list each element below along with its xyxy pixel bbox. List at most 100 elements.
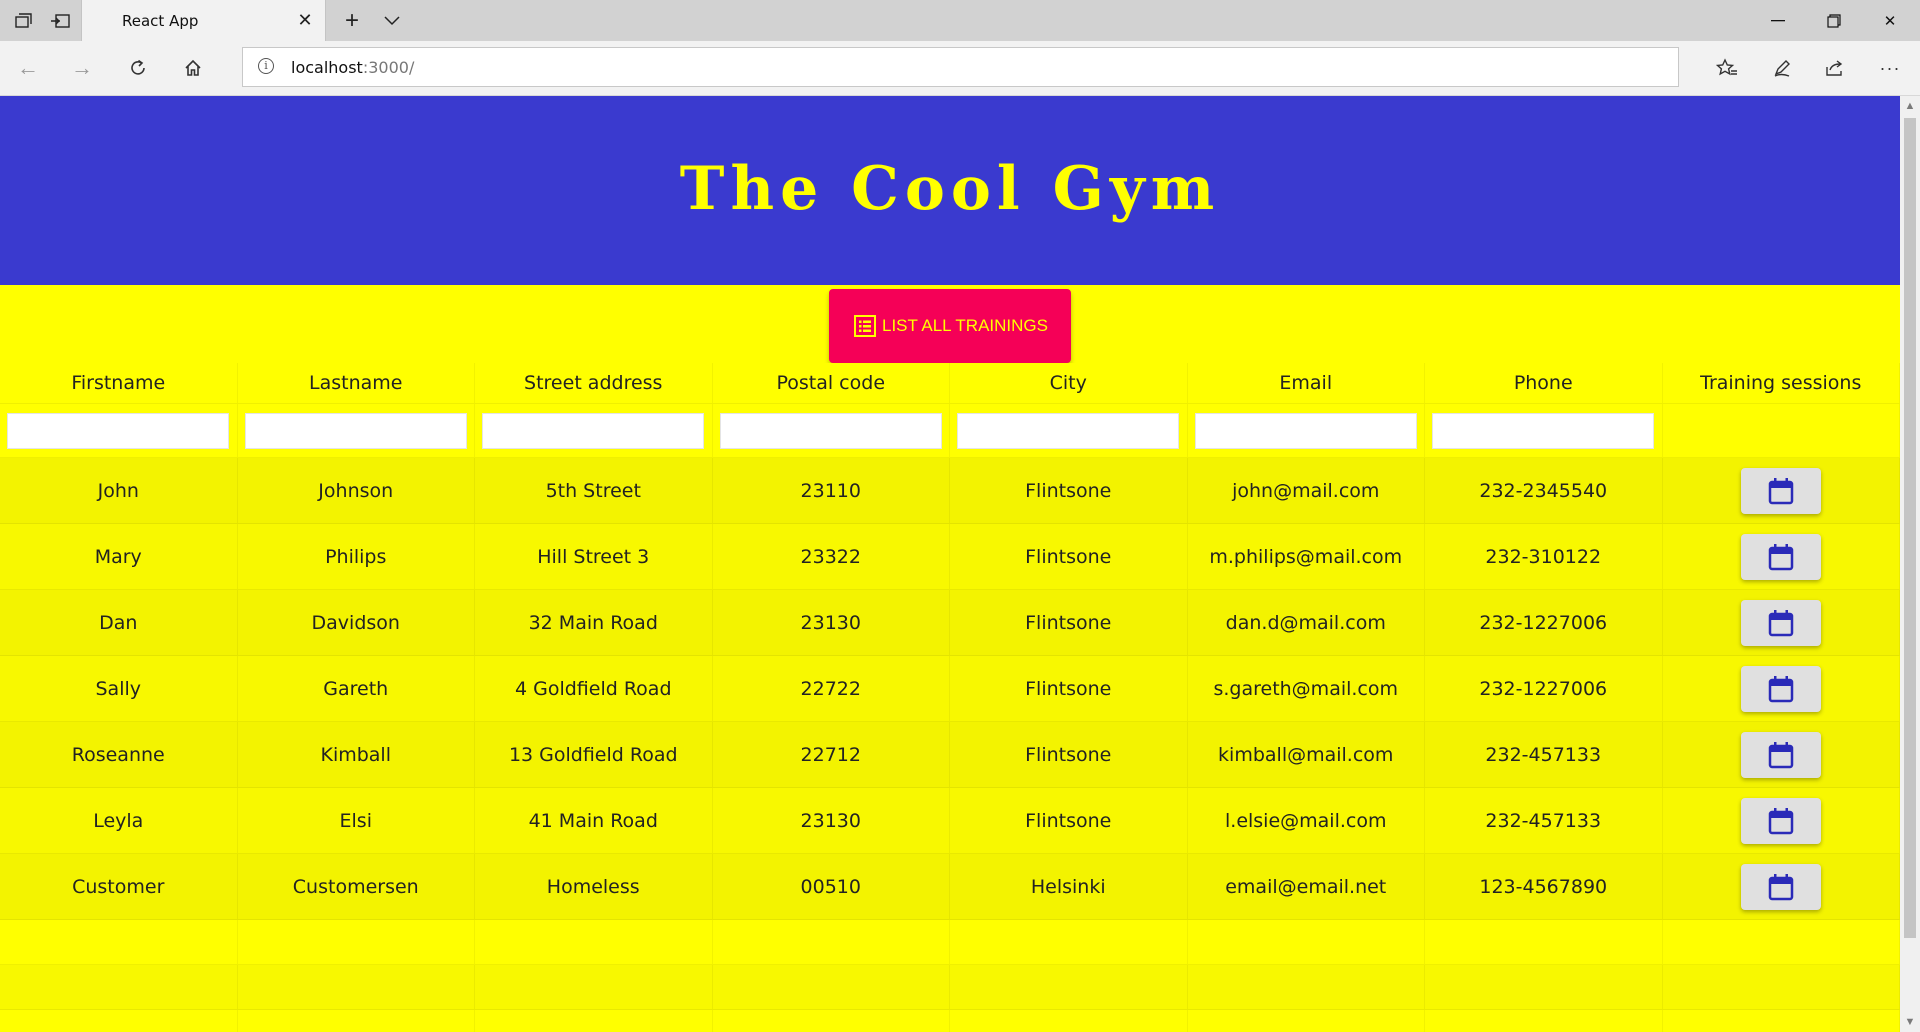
- browser-toolbar: ← → i localhost:3000/ ···: [0, 41, 1920, 96]
- cell-training-sessions: [1663, 590, 1900, 655]
- cell-firstname: Leyla: [0, 788, 238, 853]
- site-info-icon[interactable]: i: [258, 58, 274, 74]
- cell-training-sessions: [1663, 458, 1900, 523]
- column-header-city[interactable]: City: [950, 363, 1188, 403]
- url-text: localhost:3000/: [291, 58, 415, 77]
- show-trainings-button[interactable]: [1740, 533, 1821, 580]
- customers-table: Firstname Lastname Street address Postal…: [0, 363, 1900, 1032]
- close-window-icon[interactable]: ✕: [1860, 0, 1920, 41]
- calendar-icon: [1768, 873, 1793, 900]
- cell-street-address: 5th Street: [475, 458, 713, 523]
- cell-lastname: Johnson: [238, 458, 475, 523]
- cell-city: Flintsone: [950, 788, 1188, 853]
- cell-training-sessions: [1663, 788, 1900, 853]
- cell-training-sessions: [1663, 656, 1900, 721]
- cell-email: m.philips@mail.com: [1188, 524, 1425, 589]
- filter-city-input[interactable]: [957, 412, 1180, 449]
- cell-lastname: Kimball: [238, 722, 475, 787]
- column-header-firstname[interactable]: Firstname: [0, 363, 238, 403]
- list-all-trainings-button[interactable]: LIST ALL TRAININGS: [829, 289, 1071, 363]
- cell-training-sessions: [1663, 722, 1900, 787]
- filter-street-address-input[interactable]: [482, 412, 705, 449]
- cell-street-address: 41 Main Road: [475, 788, 713, 853]
- filter-firstname-input[interactable]: [7, 412, 230, 449]
- scroll-down-icon[interactable]: ▼: [1900, 1012, 1920, 1032]
- table-row: Sally Gareth 4 Goldfield Road 22722 Flintson…: [0, 656, 1900, 722]
- table-row: Customer Customersen Homeless 00510 Helsinki…: [0, 854, 1900, 920]
- tab-list-chevron-icon[interactable]: [368, 0, 416, 41]
- calendar-icon: [1768, 609, 1793, 636]
- calendar-icon: [1768, 741, 1793, 768]
- cell-postal-code: 23322: [713, 524, 950, 589]
- table-row: Mary Philips Hill Street 3 23322 Flintsone m.…: [0, 524, 1900, 590]
- table-row: Dan Davidson 32 Main Road 23130 Flintsone dan…: [0, 590, 1900, 656]
- show-trainings-button[interactable]: [1740, 863, 1821, 910]
- cell-email: s.gareth@mail.com: [1188, 656, 1425, 721]
- calendar-icon: [1768, 675, 1793, 702]
- pen-notes-icon[interactable]: [1762, 48, 1802, 88]
- browser-tab[interactable]: React App ✕: [81, 0, 326, 41]
- restore-icon[interactable]: [1804, 0, 1864, 41]
- home-icon[interactable]: [173, 48, 213, 88]
- cell-phone: 232-1227006: [1425, 656, 1663, 721]
- column-header-phone[interactable]: Phone: [1425, 363, 1663, 403]
- cell-phone: 232-310122: [1425, 524, 1663, 589]
- empty-row: [0, 920, 1900, 965]
- set-tabs-aside-icon[interactable]: [36, 0, 84, 41]
- refresh-icon[interactable]: [118, 48, 158, 88]
- cell-lastname: Davidson: [238, 590, 475, 655]
- filter-phone-input[interactable]: [1432, 412, 1655, 449]
- address-bar[interactable]: i localhost:3000/: [242, 47, 1679, 87]
- cell-street-address: 13 Goldfield Road: [475, 722, 713, 787]
- column-header-email[interactable]: Email: [1188, 363, 1425, 403]
- scrollbar-thumb[interactable]: [1904, 118, 1916, 938]
- cell-postal-code: 00510: [713, 854, 950, 919]
- cell-firstname: Dan: [0, 590, 238, 655]
- scroll-up-icon[interactable]: ▲: [1900, 96, 1920, 116]
- cell-lastname: Customersen: [238, 854, 475, 919]
- cell-street-address: Homeless: [475, 854, 713, 919]
- cell-city: Flintsone: [950, 656, 1188, 721]
- show-trainings-button[interactable]: [1740, 599, 1821, 646]
- cell-phone: 123-4567890: [1425, 854, 1663, 919]
- column-header-postal-code[interactable]: Postal code: [713, 363, 950, 403]
- vertical-scrollbar[interactable]: ▲ ▼: [1900, 96, 1920, 1032]
- cell-email: john@mail.com: [1188, 458, 1425, 523]
- tab-strip: React App ✕ + ✕: [0, 0, 1920, 41]
- cell-email: dan.d@mail.com: [1188, 590, 1425, 655]
- cell-city: Flintsone: [950, 590, 1188, 655]
- share-icon[interactable]: [1815, 48, 1855, 88]
- show-trainings-button[interactable]: [1740, 467, 1821, 514]
- table-row: Roseanne Kimball 13 Goldfield Road 22712 Fli…: [0, 722, 1900, 788]
- cell-firstname: Mary: [0, 524, 238, 589]
- filter-lastname-input[interactable]: [244, 412, 467, 449]
- column-header-lastname[interactable]: Lastname: [238, 363, 475, 403]
- cell-firstname: John: [0, 458, 238, 523]
- list-icon: [854, 315, 876, 337]
- close-tab-icon[interactable]: ✕: [291, 6, 319, 34]
- show-trainings-button[interactable]: [1740, 797, 1821, 844]
- cell-street-address: 4 Goldfield Road: [475, 656, 713, 721]
- calendar-icon: [1768, 477, 1793, 504]
- more-menu-icon[interactable]: ···: [1870, 48, 1910, 88]
- table-body: John Johnson 5th Street 23110 Flintsone john@…: [0, 458, 1900, 920]
- show-trainings-button[interactable]: [1740, 665, 1821, 712]
- cell-lastname: Gareth: [238, 656, 475, 721]
- filter-row: [0, 404, 1900, 458]
- favorites-icon[interactable]: [1707, 48, 1747, 88]
- filter-postal-code-input[interactable]: [719, 412, 942, 449]
- forward-icon[interactable]: →: [62, 48, 102, 88]
- cell-training-sessions: [1663, 524, 1900, 589]
- cell-phone: 232-2345540: [1425, 458, 1663, 523]
- cell-postal-code: 22712: [713, 722, 950, 787]
- column-header-training-sessions: Training sessions: [1663, 363, 1900, 403]
- column-header-street-address[interactable]: Street address: [475, 363, 713, 403]
- cell-firstname: Customer: [0, 854, 238, 919]
- show-trainings-button[interactable]: [1740, 731, 1821, 778]
- table-row: John Johnson 5th Street 23110 Flintsone john@…: [0, 458, 1900, 524]
- cell-phone: 232-457133: [1425, 722, 1663, 787]
- minimize-icon[interactable]: [1748, 0, 1808, 41]
- back-icon[interactable]: ←: [8, 48, 48, 88]
- cell-city: Flintsone: [950, 458, 1188, 523]
- filter-email-input[interactable]: [1194, 412, 1417, 449]
